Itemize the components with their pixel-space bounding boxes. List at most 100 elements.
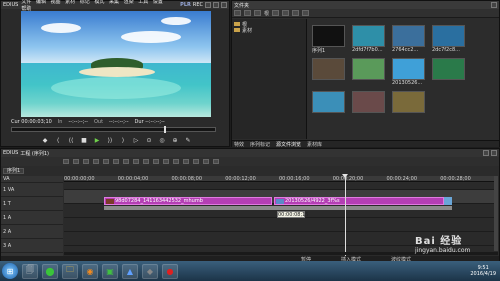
time-ruler[interactable]: 00:00:00;00 00:00:04;00 00:00:08;00 00:00:1… [64, 176, 498, 182]
horizontal-scrollbar[interactable] [64, 252, 498, 255]
bin-clip[interactable]: 2764cc2... [392, 25, 425, 54]
playhead[interactable] [345, 176, 346, 258]
add-clip-icon[interactable] [272, 10, 280, 16]
up-folder-icon[interactable] [254, 10, 261, 16]
folder-clips[interactable]: 素材 [234, 27, 304, 34]
ripple-icon[interactable] [153, 159, 159, 164]
delete-icon[interactable] [282, 10, 290, 16]
rec-toggle[interactable]: REC [193, 2, 203, 8]
maximize-button[interactable] [213, 2, 219, 8]
taskbar-app-1[interactable]: 🗐 [22, 263, 38, 279]
zoom-icon[interactable] [173, 159, 179, 164]
bin-close-button[interactable] [491, 2, 497, 8]
bin-clip[interactable]: 序列1 [312, 25, 345, 54]
start-button[interactable]: ⊞ [2, 263, 18, 279]
bin-clip[interactable] [432, 58, 465, 87]
clip-thumbnail [312, 91, 345, 113]
bin-clip[interactable] [312, 58, 345, 87]
edit-icon[interactable]: ✎ [184, 137, 192, 144]
record-icon[interactable]: ⊙ [145, 137, 153, 144]
properties-icon[interactable] [292, 10, 300, 16]
minimize-button[interactable] [205, 2, 211, 8]
menu-view[interactable]: 视图 [51, 0, 61, 5]
set-marker-button[interactable]: ◆ [41, 137, 49, 144]
export-icon[interactable] [203, 159, 209, 164]
taskbar-app-2[interactable]: ⬤ [42, 263, 58, 279]
redo-icon[interactable] [103, 159, 109, 164]
copy-icon[interactable] [123, 159, 129, 164]
bin-clip[interactable]: 2dc7f2c8... [432, 25, 465, 54]
tab-sequence-1[interactable]: 序列1 [3, 168, 25, 174]
menu-mode[interactable]: 模式 [94, 0, 104, 5]
menu-tools[interactable]: 工具 [138, 0, 148, 5]
folder-icon[interactable]: 🗀 [62, 263, 78, 279]
vertical-scrollbar[interactable] [494, 176, 498, 251]
fast-forward-button[interactable]: ⟩⟩ [106, 137, 114, 144]
timeline-clip-1[interactable]: 98d07284_141163442532_mhumb [104, 197, 272, 205]
clip-thumbnail [312, 58, 345, 80]
bin-clip[interactable] [312, 91, 345, 120]
track-lane[interactable] [64, 183, 498, 190]
overwrite-icon[interactable]: ⊕ [171, 137, 179, 144]
insert-icon[interactable]: ◎ [158, 137, 166, 144]
save-icon[interactable] [83, 159, 89, 164]
new-folder-icon[interactable] [234, 10, 241, 16]
menu-settings[interactable]: 设置 [153, 0, 163, 5]
track-lane[interactable] [64, 218, 498, 232]
timeline-close-button[interactable] [491, 150, 497, 156]
tab-effects[interactable]: 特效 [234, 141, 244, 148]
taskbar-app-5[interactable]: ▣ [102, 263, 118, 279]
bin-clip[interactable]: 2dfd7f7b0... [352, 25, 385, 54]
render-icon[interactable] [193, 159, 199, 164]
stop-button[interactable]: ■ [80, 137, 88, 144]
view-mode-icon[interactable] [302, 10, 310, 16]
menu-marker[interactable]: 标记 [80, 0, 90, 5]
close-button[interactable] [221, 2, 227, 8]
cut-icon[interactable] [113, 159, 119, 164]
paste-icon[interactable] [133, 159, 139, 164]
play-button[interactable]: ▶ [93, 137, 101, 144]
track-header[interactable]: 3 A [1, 239, 63, 253]
in-label: In [57, 119, 63, 125]
menu-render[interactable]: 渲染 [124, 0, 134, 5]
menu-file[interactable]: 文件 [21, 0, 31, 5]
next-frame-button[interactable]: ⟩ [119, 137, 127, 144]
bin-clip[interactable]: 20130526... [392, 58, 425, 87]
track-header[interactable]: 1 VA [1, 183, 63, 197]
bin-clip[interactable] [352, 91, 385, 120]
track-header[interactable]: 2 A [1, 225, 63, 239]
taskbar-app-7[interactable]: ◆ [142, 263, 158, 279]
rewind-button[interactable]: ⟨⟨ [67, 137, 75, 144]
taskbar-app-8[interactable]: ● [162, 263, 178, 279]
search-icon[interactable] [244, 10, 251, 16]
track-lane[interactable] [64, 232, 498, 246]
menu-clip[interactable]: 素材 [65, 0, 75, 5]
taskbar-app-6[interactable]: ▲ [122, 263, 138, 279]
tab-source-browser[interactable]: 源文件浏览 [276, 141, 301, 148]
track-header[interactable]: VA [1, 176, 63, 183]
timeline-clip-2[interactable]: 20130526/4922_3f%s [274, 197, 444, 205]
scrubber-knob[interactable] [164, 126, 167, 133]
menu-capture[interactable]: 采集 [109, 0, 119, 5]
snap-icon[interactable] [163, 159, 169, 164]
marker-icon[interactable] [183, 159, 189, 164]
timeline-minimize-button[interactable] [483, 150, 489, 156]
split-icon[interactable] [143, 159, 149, 164]
plr-toggle[interactable]: PLR [180, 2, 191, 8]
player-scrubber[interactable] [11, 126, 216, 133]
menu-edit[interactable]: 编辑 [36, 0, 46, 5]
bin-clip[interactable] [392, 91, 425, 120]
firefox-icon[interactable]: ◉ [82, 263, 98, 279]
track-header[interactable]: 1 A [1, 211, 63, 225]
new-sequence-icon[interactable] [63, 159, 69, 164]
track-header[interactable]: 1 T [1, 197, 63, 211]
settings-icon[interactable] [213, 159, 219, 164]
tab-library[interactable]: 素材库 [307, 141, 322, 148]
prev-frame-button[interactable]: ⟨ [54, 137, 62, 144]
open-icon[interactable] [73, 159, 79, 164]
loop-play-button[interactable]: ▷ [132, 137, 140, 144]
tab-sequence-markers[interactable]: 序列标记 [250, 141, 270, 148]
undo-icon[interactable] [93, 159, 99, 164]
bin-clip[interactable] [352, 58, 385, 87]
clock[interactable]: 9:51 2016/4/19 [470, 265, 496, 277]
